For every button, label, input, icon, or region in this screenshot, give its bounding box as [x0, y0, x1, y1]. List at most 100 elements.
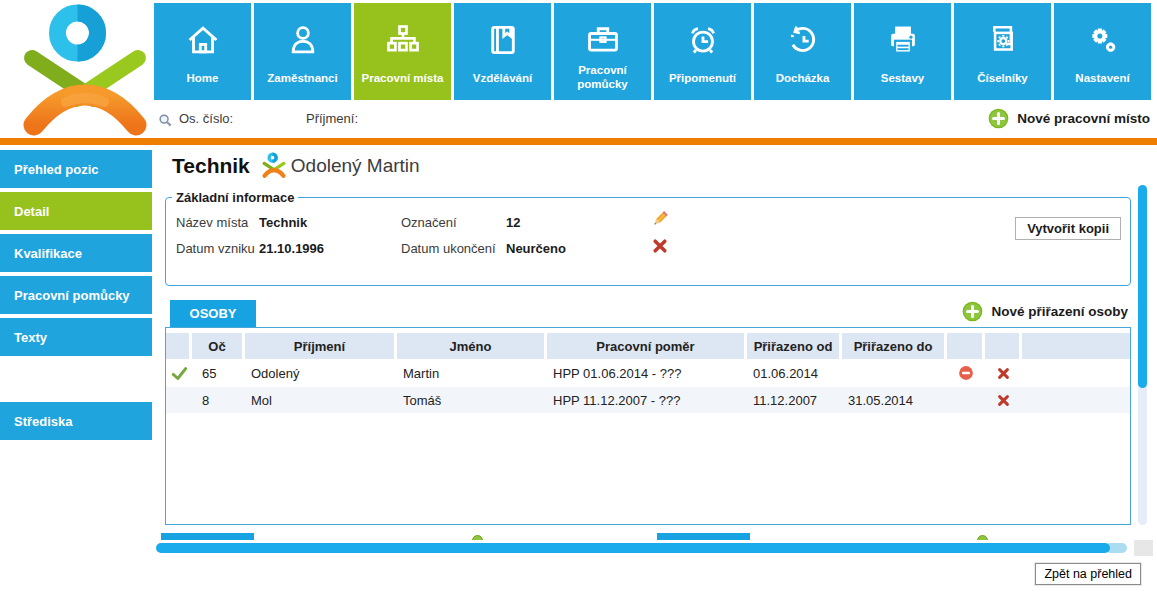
sidebar-label: Pracovní pomůcky	[14, 288, 130, 303]
back-to-overview-button[interactable]: Zpět na přehled	[1035, 563, 1141, 585]
sidebar-label: Detail	[14, 204, 49, 219]
nav-pripomenuti[interactable]: Připomenutí	[654, 3, 751, 100]
alarm-icon	[684, 3, 722, 66]
oznaceni-value: 12	[506, 215, 520, 230]
nav-ciselniky[interactable]: Číselníky	[954, 3, 1051, 100]
nav-dochazka[interactable]: Docházka	[754, 3, 851, 100]
tab-osoby[interactable]: OSOBY	[170, 300, 256, 327]
nav-label: Zaměstnanci	[265, 66, 339, 100]
sidebar-label: Kvalifikace	[14, 246, 82, 261]
cell-od: 11.12.2007	[747, 387, 842, 413]
sidebar-item-detail[interactable]: Detail	[0, 192, 152, 230]
new-assignment-button[interactable]: Nové přiřazení osoby	[962, 301, 1128, 322]
sidebar-label: Střediska	[14, 414, 73, 429]
basic-info-legend: Základní informace	[172, 190, 298, 205]
nav-label: Připomenutí	[667, 66, 738, 100]
cell-prijmeni: Mol	[245, 387, 397, 413]
org-chart-icon	[384, 3, 422, 66]
cell-do: 31.05.2014	[842, 387, 947, 413]
cut-plus-icon-2	[977, 535, 988, 540]
nav-vzdelavani[interactable]: Vzdělávání	[454, 3, 551, 100]
prijmeni-label: Příjmení:	[306, 111, 358, 126]
cell-prijmeni: Odolený	[245, 360, 397, 386]
person-logo-icon	[262, 152, 286, 183]
cell-od: 01.06.2014	[747, 360, 842, 386]
book-icon	[484, 3, 522, 66]
nazev-mista-label: Název místa	[176, 215, 248, 230]
application-window: Home Zaměstnanci Pracovní místa	[0, 0, 1157, 596]
col-prijmeni[interactable]: Příjmení	[245, 333, 397, 359]
cell-jmeno: Martin	[397, 360, 547, 386]
cell-select	[166, 387, 192, 413]
nazev-mista-value: Technik	[259, 215, 307, 230]
cell-jmeno: Tomáš	[397, 387, 547, 413]
col-pracovni-pomer[interactable]: Pracovní poměr	[547, 333, 747, 359]
persons-table: Oč Příjmení Jméno Pracovní poměr Přiřaze…	[165, 327, 1131, 525]
nav-zamestnanci[interactable]: Zaměstnanci	[254, 3, 351, 100]
new-position-label: Nové pracovní místo	[1017, 111, 1150, 126]
home-icon	[184, 3, 222, 66]
nav-label: Home	[185, 66, 221, 100]
cut-plus-icon-1	[472, 535, 483, 540]
col-prirazeno-od[interactable]: Přiřazeno od	[747, 333, 842, 359]
filter-bar: Os. číslo: Příjmení: Nové pracovní místo	[0, 100, 1157, 138]
sidebar-label: Přehled pozic	[14, 162, 99, 177]
cut-tab-2[interactable]	[657, 533, 750, 540]
cell-oc: 65	[192, 360, 245, 386]
col-action2	[985, 333, 1022, 359]
nav-home[interactable]: Home	[154, 3, 251, 100]
cut-tab-1[interactable]	[161, 533, 254, 540]
vertical-scrollbar[interactable]	[1138, 185, 1147, 525]
cell-pomer: HPP 01.06.2014 - ???	[547, 360, 747, 386]
nav-nastaveni[interactable]: Nastavení	[1054, 3, 1151, 100]
basic-info-panel: Základní informace Název místa Technik O…	[165, 190, 1131, 286]
create-copy-button[interactable]: Vytvořit kopii	[1015, 217, 1121, 240]
os-cislo-label: Os. číslo:	[179, 111, 233, 126]
page-title: Technik	[172, 154, 250, 178]
nav-pracovni-pomucky[interactable]: Pracovní pomůcky	[554, 3, 651, 100]
nav-label: Docházka	[774, 66, 832, 100]
gears-icon	[1084, 3, 1122, 66]
col-select[interactable]	[166, 333, 192, 359]
col-filler	[1022, 333, 1130, 359]
delete-x-icon[interactable]	[985, 387, 1022, 413]
table-row[interactable]: 65 Odolený Martin HPP 01.06.2014 - ??? 0…	[166, 360, 1130, 386]
sidebar-item-prehled-pozic[interactable]: Přehled pozic	[0, 150, 152, 188]
table-row[interactable]: 8 Mol Tomáš HPP 11.12.2007 - ??? 11.12.2…	[166, 387, 1130, 413]
remove-circle-icon[interactable]	[947, 360, 985, 386]
person-name: Odolený Martin	[291, 155, 420, 177]
sidebar-item-pracovni-pomucky[interactable]: Pracovní pomůcky	[0, 276, 152, 314]
nav-label: Nastavení	[1073, 66, 1131, 100]
selected-check-icon	[166, 360, 192, 386]
cell-filler	[1022, 360, 1130, 386]
col-prirazeno-do[interactable]: Přiřazeno do	[842, 333, 947, 359]
nav-label: Vzdělávání	[471, 66, 534, 100]
cell-oc: 8	[192, 387, 245, 413]
nav-pracovni-mista[interactable]: Pracovní místa	[354, 3, 451, 100]
datum-vzniku-label: Datum vzniku	[176, 241, 255, 256]
oznaceni-label: Označení	[401, 215, 457, 230]
sidebar-item-texty[interactable]: Texty	[0, 318, 152, 356]
delete-x-icon[interactable]	[652, 238, 668, 258]
datum-vzniku-value: 21.10.1996	[259, 241, 324, 256]
datum-ukonceni-value: Neurčeno	[506, 241, 566, 256]
vertical-scrollbar-thumb[interactable]	[1138, 185, 1147, 388]
windows-gear-icon	[984, 3, 1022, 66]
plus-icon	[962, 301, 983, 322]
new-assignment-label: Nové přiřazení osoby	[991, 304, 1128, 319]
cell-pomer: HPP 11.12.2007 - ???	[547, 387, 747, 413]
col-oc[interactable]: Oč	[192, 333, 245, 359]
sidebar-item-strediska[interactable]: Střediska	[0, 402, 152, 440]
sidebar-label: Texty	[14, 330, 47, 345]
col-jmeno[interactable]: Jméno	[397, 333, 547, 359]
horizontal-scrollbar-thumb[interactable]	[156, 543, 1110, 553]
plus-icon	[988, 108, 1009, 129]
nav-label: Číselníky	[975, 66, 1030, 100]
new-position-button[interactable]: Nové pracovní místo	[988, 108, 1150, 129]
nav-sestavy[interactable]: Sestavy	[854, 3, 951, 100]
person-icon	[284, 3, 322, 66]
printer-icon	[884, 3, 922, 66]
sidebar-item-kvalifikace[interactable]: Kvalifikace	[0, 234, 152, 272]
edit-pencil-icon[interactable]	[650, 209, 670, 233]
delete-x-icon[interactable]	[985, 360, 1022, 386]
